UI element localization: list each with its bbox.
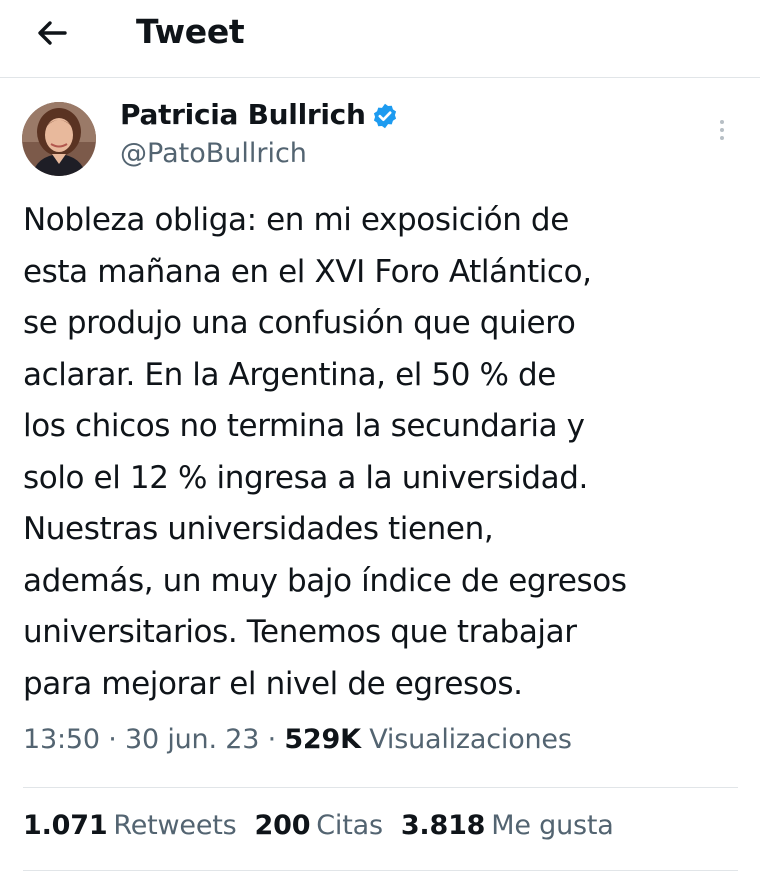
quotes-count: 200 (254, 810, 311, 841)
page-title: Tweet (136, 12, 245, 51)
retweets-label: Retweets (113, 810, 237, 841)
tweet-time[interactable]: 13:50 (23, 724, 100, 755)
meta-separator: · (267, 724, 277, 755)
author-name[interactable]: Patricia Bullrich (120, 98, 366, 131)
quotes-label: Citas (316, 810, 383, 841)
author-handle[interactable]: @PatoBullrich (120, 138, 307, 169)
retweets-stat[interactable]: 1.071 Retweets (23, 810, 237, 841)
tweet-meta: 13:50 · 30 jun. 23 · 529K Visualizacione… (23, 724, 572, 755)
engagement-stats: 1.071 Retweets 200 Citas 3.818 Me gusta (23, 810, 632, 841)
views-count: 529K (284, 724, 361, 755)
divider (23, 787, 738, 788)
retweets-count: 1.071 (23, 810, 108, 841)
more-options-icon[interactable] (712, 116, 732, 148)
views-label: Visualizaciones (369, 724, 572, 755)
tweet-date[interactable]: 30 jun. 23 (125, 724, 259, 755)
meta-separator: · (108, 724, 117, 755)
likes-count: 3.818 (400, 810, 486, 841)
divider (23, 870, 738, 871)
quotes-stat[interactable]: 200 Citas (254, 810, 384, 841)
likes-stat[interactable]: 3.818 Me gusta (401, 810, 614, 841)
avatar[interactable] (22, 102, 96, 176)
likes-label: Me gusta (491, 810, 614, 841)
arrow-left-icon[interactable] (32, 14, 72, 54)
top-bar: Tweet (0, 0, 760, 78)
verified-badge-icon (373, 103, 397, 129)
tweet-text: Nobleza obliga: en mi exposición de esta… (23, 202, 627, 702)
